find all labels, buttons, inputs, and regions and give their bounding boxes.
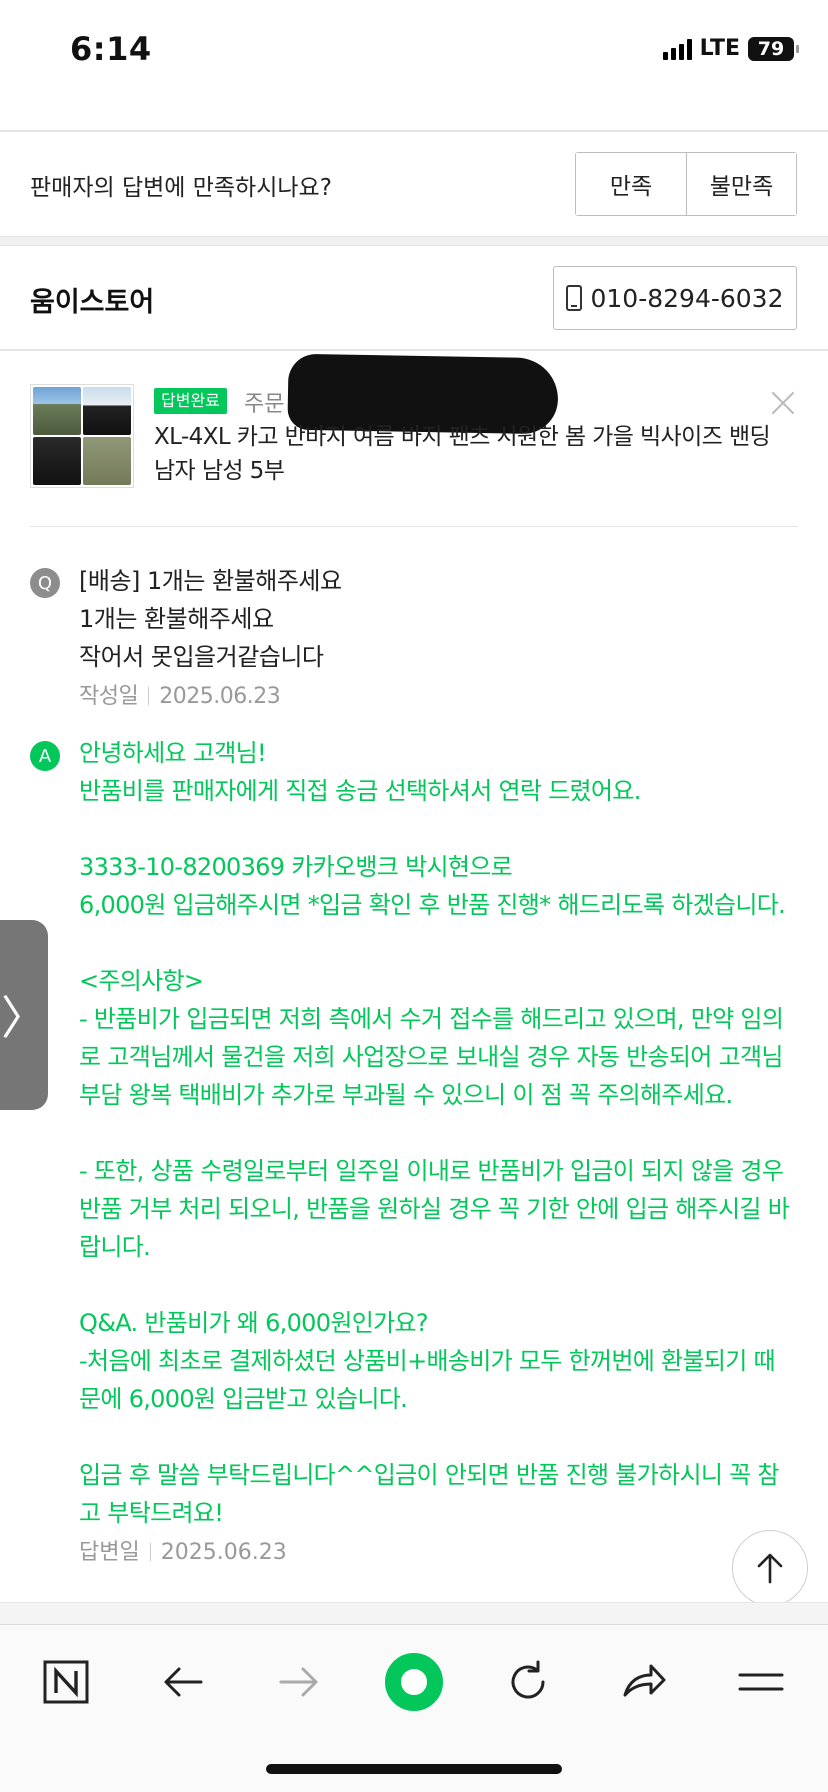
- chevron-right-icon: 〉: [1, 991, 47, 1045]
- back-arrow-icon[interactable]: [149, 1647, 219, 1717]
- answer-blank-line: [79, 924, 800, 962]
- question-date-label: 작성일: [79, 684, 139, 709]
- answer-blank-line: [79, 810, 800, 848]
- battery-icon: 79: [748, 36, 799, 61]
- answered-badge: 답변완료: [154, 388, 227, 414]
- answer-line: 로 고객님께서 물건을 저희 사업장으로 보내실 경우 자동 반송되어 고객님: [79, 1043, 783, 1071]
- answer-line: <주의사항>: [79, 967, 204, 995]
- question-line: 1개는 환불해주세요: [79, 605, 274, 633]
- network-type: LTE: [699, 36, 740, 61]
- question-date: 2025.06.23: [159, 684, 281, 709]
- naver-home-icon[interactable]: [31, 1647, 101, 1717]
- question-meta: 작성일 2025.06.23: [79, 678, 779, 716]
- answer-line: Q&A. 반품비가 왜 6,000원인가요?: [79, 1309, 429, 1337]
- answer-line: 반품 거부 처리 되오니, 반품을 원하실 경우 꼭 기한 안에 입금 해주시길…: [79, 1195, 790, 1223]
- status-indicators: LTE 79: [662, 36, 799, 61]
- phone-icon: [566, 285, 583, 311]
- answer-content: 안녕하세요 고객님! 반품비를 판매자에게 직접 송금 선택하셔서 연락 드렸어…: [79, 734, 800, 1572]
- answer-line: 3333-10-8200369 카카오뱅크 박시현으로: [79, 853, 513, 881]
- answer-blank-line: [79, 1266, 800, 1304]
- answer-line: 입금 후 말씀 부탁드립니다^^입금이 안되면 반품 진행 불가하시니 꼭 참: [79, 1461, 780, 1489]
- answer-line: 6,000원 입금해주시면 *입금 확인 후 반품 진행* 해드리도록 하겠습니…: [79, 891, 786, 919]
- answer-blank-line: [79, 1418, 800, 1456]
- question-line: [배송] 1개는 환불해주세요: [79, 567, 342, 595]
- bottom-separator: [0, 1602, 828, 1624]
- answer-line: 반품비를 판매자에게 직접 송금 선택하셔서 연락 드렸어요.: [79, 777, 641, 805]
- share-icon[interactable]: [609, 1647, 679, 1717]
- call-store-button[interactable]: 010-8294-6032: [553, 266, 797, 330]
- close-icon[interactable]: [768, 388, 798, 418]
- answer-line: 랍니다.: [79, 1233, 151, 1261]
- product-name[interactable]: XL-4XL 카고 반바지 여름 바지 팬츠 시원한 봄 가을 빅사이즈 밴딩 …: [154, 420, 774, 488]
- answer-line: 안녕하세요 고객님!: [79, 739, 267, 767]
- menu-icon[interactable]: [726, 1647, 796, 1717]
- green-dot-icon[interactable]: [379, 1647, 449, 1717]
- satisfaction-row: 판매자의 답변에 만족하시나요? 만족 불만족: [0, 132, 828, 236]
- unsatisfied-button[interactable]: 불만족: [686, 153, 796, 215]
- question-badge: Q: [30, 568, 60, 598]
- answer-date-label: 답변일: [79, 1540, 140, 1565]
- divider: [30, 526, 798, 527]
- side-panel-toggle[interactable]: 〉: [0, 920, 48, 1110]
- order-info: 주문: [244, 392, 285, 417]
- answer-line: 고 부탁드려요!: [79, 1499, 224, 1527]
- answer-line: - 반품비가 입금되면 저희 측에서 수거 접수를 해드리고 있으며, 만약 임…: [79, 1005, 784, 1033]
- satisfied-button[interactable]: 만족: [576, 153, 686, 215]
- arrow-up-icon: [757, 1553, 783, 1584]
- answer-date: 2025.06.23: [160, 1540, 287, 1565]
- scroll-top-button[interactable]: [732, 1530, 808, 1606]
- question-line: 작어서 못입을거같습니다: [79, 643, 324, 671]
- answer-line: - 또한, 상품 수령일로부터 일주일 이내로 반품비가 입금이 되지 않을 경…: [79, 1157, 784, 1185]
- divider: [0, 349, 828, 351]
- answer-line: 부담 왕복 택배비가 추가로 부과될 수 있으니 이 점 꼭 주의해주세요.: [79, 1081, 733, 1109]
- store-name: 움이스토어: [30, 287, 155, 318]
- question-content: [배송] 1개는 환불해주세요 1개는 환불해주세요 작어서 못입을거같습니다 …: [79, 562, 779, 716]
- answer-line: 문에 6,000원 입금받고 있습니다.: [79, 1385, 408, 1413]
- forward-arrow-icon[interactable]: [263, 1647, 333, 1717]
- answer-blank-line: [79, 1114, 800, 1152]
- signal-icon: [662, 38, 692, 60]
- answer-meta: 답변일 2025.06.23: [79, 1534, 800, 1572]
- status-time: 6:14: [70, 30, 152, 68]
- status-bar: 6:14 LTE 79: [0, 0, 828, 100]
- store-phone: 010-8294-6032: [590, 283, 784, 313]
- answer-line: -처음에 최초로 결제하셨던 상품비+배송비가 모두 한꺼번에 환불되기 때: [79, 1347, 776, 1375]
- satisfaction-question: 판매자의 답변에 만족하시나요?: [30, 175, 332, 201]
- product-thumbnail[interactable]: [30, 384, 134, 488]
- refresh-icon[interactable]: [493, 1647, 563, 1717]
- answer-badge: A: [30, 741, 60, 771]
- section-gap: [0, 236, 828, 246]
- satisfaction-buttons: 만족 불만족: [575, 152, 797, 216]
- product-info[interactable]: 답변완료 주문 XL-4XL 카고 반바지 여름 바지 팬츠 시원한 봄 가을 …: [30, 353, 798, 494]
- home-indicator: [266, 1764, 562, 1774]
